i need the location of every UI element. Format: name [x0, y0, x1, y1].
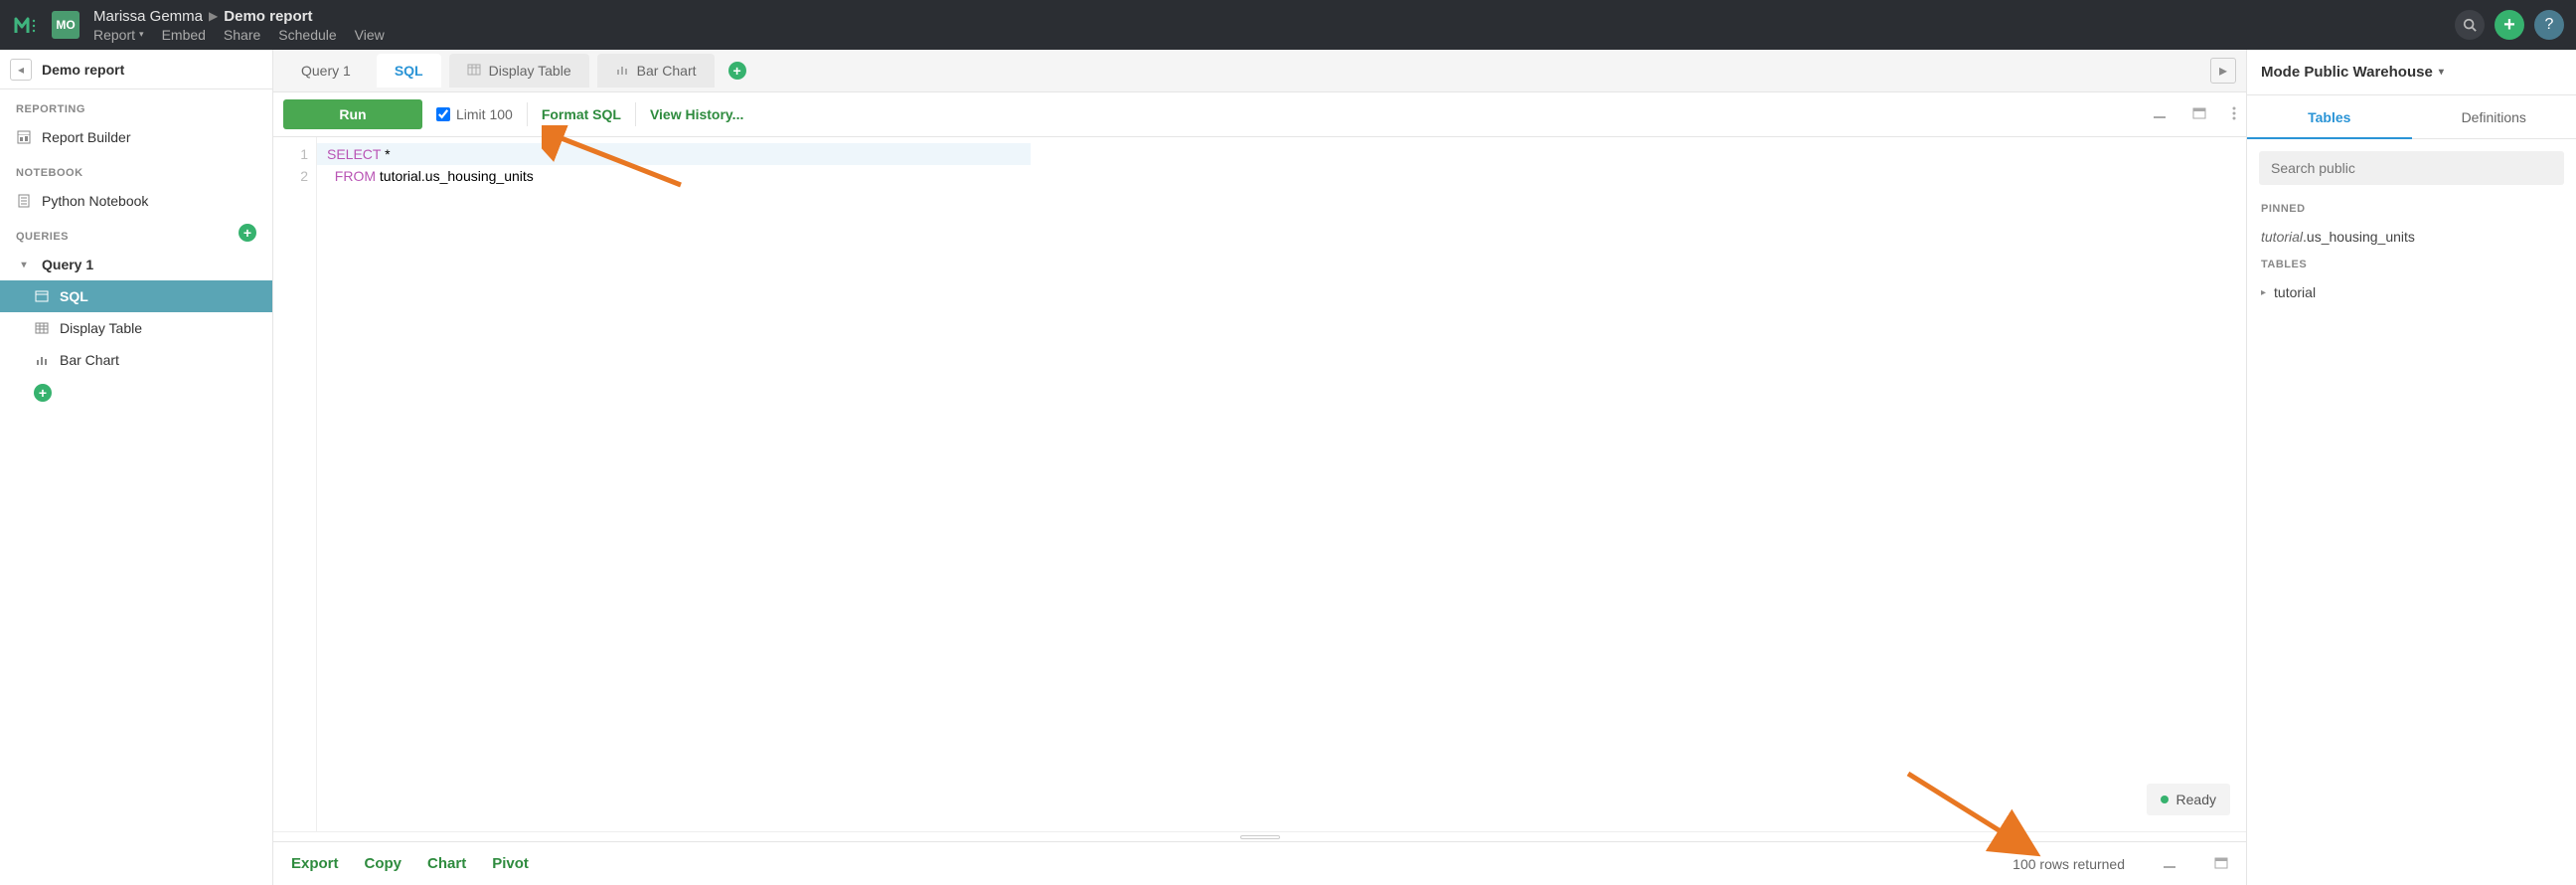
- pinned-table[interactable]: tutorial.us_housing_units: [2247, 221, 2576, 253]
- limit-label: Limit 100: [456, 106, 513, 122]
- sidebar-item-bar-chart[interactable]: Bar Chart: [0, 344, 272, 376]
- top-bar: MO Marissa Gemma ▶ Demo report Report▾ E…: [0, 0, 2576, 50]
- minimize-icon[interactable]: [2153, 106, 2167, 122]
- warehouse-selector[interactable]: Mode Public Warehouse ▾: [2247, 50, 2576, 95]
- editor-gutter: 1 2: [273, 137, 317, 831]
- tab-bar-chart[interactable]: Bar Chart: [597, 54, 715, 88]
- maximize-icon[interactable]: [2214, 856, 2228, 872]
- sidebar-item-label: SQL: [60, 288, 88, 304]
- divider: [527, 102, 528, 126]
- resize-handle[interactable]: [273, 831, 2246, 841]
- user-avatar[interactable]: MO: [52, 11, 80, 39]
- limit-checkbox-input[interactable]: [436, 107, 450, 121]
- sidebar-back-button[interactable]: ◂: [10, 59, 32, 81]
- rtab-definitions[interactable]: Definitions: [2412, 95, 2576, 138]
- table-icon: [34, 321, 50, 335]
- rows-returned: 100 rows returned: [2012, 856, 2125, 872]
- chevron-right-icon: ▶: [209, 9, 218, 23]
- limit-checkbox[interactable]: Limit 100: [436, 106, 513, 122]
- add-tab-button[interactable]: +: [728, 62, 746, 80]
- tabs-row: Query 1 SQL Display Table Bar Chart + ▸: [273, 50, 2246, 91]
- mode-logo: [12, 11, 40, 39]
- sidebar-item-report-builder[interactable]: Report Builder: [0, 121, 272, 153]
- left-sidebar: ◂ Demo report REPORTING Report Builder N…: [0, 50, 273, 885]
- minimize-icon[interactable]: [2163, 856, 2176, 872]
- section-notebook: NOTEBOOK: [0, 153, 272, 185]
- right-panel: Mode Public Warehouse ▾ Tables Definitio…: [2246, 50, 2576, 885]
- menu-share[interactable]: Share: [224, 27, 260, 43]
- export-link[interactable]: Export: [291, 855, 339, 872]
- more-icon[interactable]: [2232, 106, 2236, 123]
- sidebar-item-display-table[interactable]: Display Table: [0, 312, 272, 344]
- breadcrumb-user[interactable]: Marissa Gemma: [93, 8, 203, 25]
- sidebar-item-sql[interactable]: SQL: [0, 280, 272, 312]
- tables-label: TABLES: [2247, 253, 2576, 276]
- menu-schedule[interactable]: Schedule: [278, 27, 336, 43]
- table-icon: [467, 63, 481, 80]
- editor-toolbar: Run Limit 100 Format SQL View History...: [273, 91, 2246, 137]
- breadcrumb: Marissa Gemma ▶ Demo report Report▾ Embe…: [93, 8, 385, 43]
- sidebar-item-label: Python Notebook: [42, 193, 148, 209]
- tab-label: Bar Chart: [637, 63, 697, 79]
- pivot-link[interactable]: Pivot: [492, 855, 529, 872]
- search-icon[interactable]: [2455, 10, 2485, 40]
- warehouse-name: Mode Public Warehouse: [2261, 64, 2433, 81]
- menu-embed[interactable]: Embed: [162, 27, 206, 43]
- copy-link[interactable]: Copy: [365, 855, 402, 872]
- menu-report[interactable]: Report▾: [93, 27, 144, 43]
- help-icon[interactable]: ?: [2534, 10, 2564, 40]
- schema-tree-item[interactable]: ▸ tutorial: [2247, 276, 2576, 308]
- view-history-link[interactable]: View History...: [650, 106, 743, 122]
- notebook-icon: [16, 194, 32, 208]
- status-dot-icon: [2161, 796, 2169, 803]
- bar-chart-icon: [615, 63, 629, 80]
- schema-name: tutorial: [2274, 284, 2316, 300]
- maximize-icon[interactable]: [2192, 106, 2206, 122]
- sidebar-item-python-notebook[interactable]: Python Notebook: [0, 185, 272, 217]
- tab-display-table[interactable]: Display Table: [449, 54, 589, 88]
- breadcrumb-report[interactable]: Demo report: [224, 8, 312, 25]
- collapse-right-button[interactable]: ▸: [2210, 58, 2236, 84]
- add-icon[interactable]: +: [2495, 10, 2524, 40]
- chevron-right-icon: ▸: [2261, 287, 2266, 298]
- sidebar-item-label: Report Builder: [42, 129, 131, 145]
- editor-code[interactable]: SELECT * FROM tutorial.us_housing_units: [317, 137, 544, 831]
- bar-chart-icon: [34, 353, 50, 367]
- sql-editor[interactable]: 1 2 SELECT * FROM tutorial.us_housing_un…: [273, 137, 2246, 831]
- status-badge: Ready: [2147, 784, 2230, 815]
- dashboard-icon: [16, 130, 32, 144]
- chevron-down-icon: ▾: [16, 260, 32, 270]
- divider: [635, 102, 636, 126]
- sidebar-item-label: Display Table: [60, 320, 142, 336]
- add-view-button[interactable]: +: [34, 384, 52, 402]
- sidebar-title: Demo report: [42, 62, 124, 78]
- chart-link[interactable]: Chart: [427, 855, 466, 872]
- schema-search-input[interactable]: [2259, 151, 2564, 185]
- center-pane: Query 1 SQL Display Table Bar Chart + ▸ …: [273, 50, 2246, 885]
- sidebar-item-label: Query 1: [42, 257, 93, 272]
- tab-sql[interactable]: SQL: [377, 54, 441, 88]
- rtab-tables[interactable]: Tables: [2247, 95, 2412, 138]
- add-query-button[interactable]: +: [239, 224, 256, 242]
- section-queries: QUERIES: [0, 217, 69, 249]
- tab-label: Display Table: [489, 63, 571, 79]
- sidebar-item-label: Bar Chart: [60, 352, 119, 368]
- pinned-label: PINNED: [2247, 197, 2576, 221]
- sidebar-item-query1[interactable]: ▾ Query 1: [0, 249, 272, 280]
- section-reporting: REPORTING: [0, 89, 272, 121]
- menu-view[interactable]: View: [355, 27, 385, 43]
- format-sql-link[interactable]: Format SQL: [542, 106, 621, 122]
- tab-query1[interactable]: Query 1: [283, 54, 369, 88]
- run-button[interactable]: Run: [283, 99, 422, 129]
- status-text: Ready: [2176, 792, 2216, 807]
- chevron-down-icon: ▾: [2439, 67, 2444, 78]
- results-toolbar: Export Copy Chart Pivot 100 rows returne…: [273, 841, 2246, 885]
- sql-icon: [34, 289, 50, 303]
